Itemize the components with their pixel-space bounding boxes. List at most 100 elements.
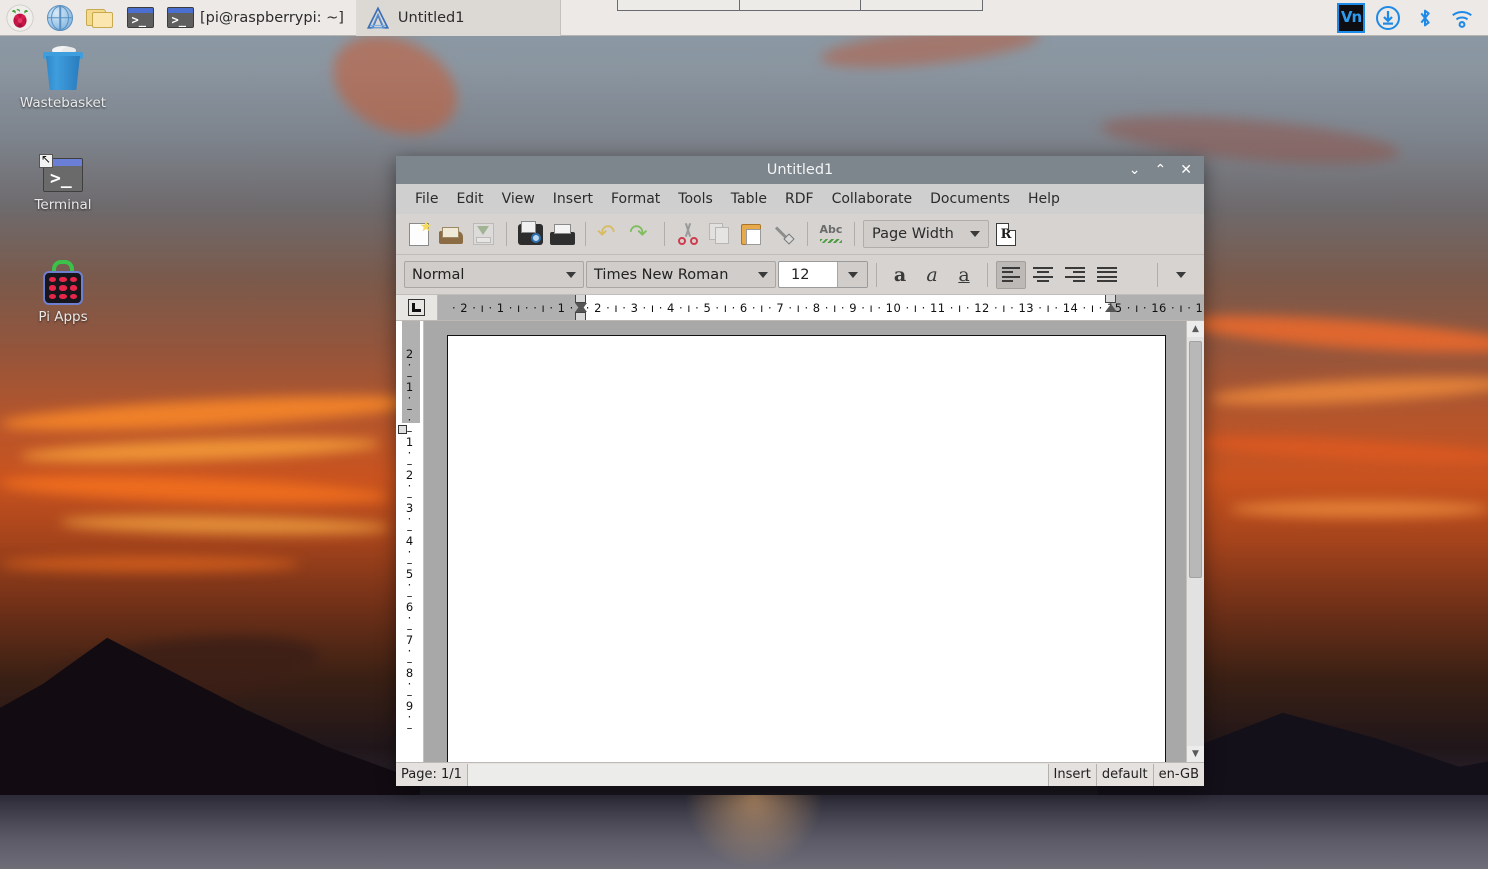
first-line-indent-marker[interactable] — [574, 303, 587, 320]
font-size-chevron[interactable] — [837, 262, 867, 287]
underline-button[interactable]: a — [949, 261, 979, 289]
new-document-icon — [409, 220, 432, 246]
paragraph-style-value: Normal — [412, 266, 465, 283]
align-left-button[interactable] — [996, 260, 1026, 289]
align-right-button[interactable] — [1060, 261, 1090, 289]
bold-button[interactable]: a — [885, 261, 915, 289]
rdf-page-label: R — [1000, 226, 1012, 242]
cut-button[interactable] — [673, 219, 703, 249]
menu-tools[interactable]: Tools — [669, 188, 722, 210]
taskbar-window-label: Untitled1 — [397, 9, 465, 26]
toolbar-separator — [987, 262, 988, 287]
formatting-toolbar: Normal Times New Roman 12 a a a — [396, 255, 1204, 295]
terminal-launcher[interactable]: >_ — [120, 1, 160, 35]
document-page[interactable] — [447, 335, 1166, 762]
font-size-value: 12 — [791, 266, 810, 283]
desktop-icon-pi-apps[interactable]: Pi Apps — [8, 260, 118, 325]
scroll-down-button[interactable]: ▼ — [1187, 746, 1204, 762]
raspberry-icon — [6, 3, 34, 32]
chevron-down-icon — [758, 271, 768, 278]
menu-insert[interactable]: Insert — [544, 188, 602, 210]
status-style[interactable]: default — [1097, 763, 1154, 786]
toolbar-separator — [664, 222, 665, 246]
menu-table[interactable]: Table — [722, 188, 776, 210]
print-preview-button[interactable] — [515, 219, 545, 249]
redo-button[interactable]: ↷ — [626, 219, 656, 249]
terminal-icon: >_ — [166, 7, 194, 28]
desktop-icon-wastebasket[interactable]: Wastebasket — [8, 46, 118, 111]
left-tab-stop-icon — [408, 299, 425, 316]
taskbar-window-terminal[interactable]: [pi@raspberrypi: ~] — [200, 10, 356, 26]
copy-button[interactable] — [705, 219, 735, 249]
right-indent-marker[interactable] — [1104, 295, 1117, 312]
tab-stop-selector-button[interactable] — [396, 295, 438, 320]
raspberry-menu-button[interactable] — [0, 1, 40, 35]
statusbar: Page: 1/1 Insert default en-GB — [396, 762, 1204, 786]
rdf-page-button[interactable]: R — [991, 219, 1021, 249]
toolbar-separator — [876, 262, 877, 287]
status-insert-mode[interactable]: Insert — [1049, 763, 1097, 786]
menubar: File Edit View Insert Format Tools Table… — [396, 184, 1204, 214]
open-button[interactable] — [436, 219, 466, 249]
file-manager-launcher[interactable] — [80, 1, 120, 35]
print-button[interactable] — [547, 219, 577, 249]
taskbar-terminal-window-icon[interactable]: >_ — [160, 1, 200, 35]
menu-edit[interactable]: Edit — [447, 188, 492, 210]
menu-view[interactable]: View — [493, 188, 544, 210]
spellcheck-button[interactable]: Abc — [816, 219, 846, 249]
scroll-up-button[interactable]: ▲ — [1187, 321, 1204, 337]
align-justify-button[interactable] — [1092, 261, 1122, 289]
scrollbar-track[interactable] — [1187, 337, 1204, 746]
chevron-down-icon — [847, 271, 858, 278]
maximize-button[interactable]: ⌃ — [1155, 163, 1167, 177]
toolbar-separator — [807, 222, 808, 246]
toolbar-separator — [585, 222, 586, 246]
bluetooth-icon[interactable] — [1411, 4, 1439, 32]
scrollbar-thumb[interactable] — [1189, 341, 1202, 579]
close-button[interactable]: ✕ — [1180, 163, 1192, 177]
zoom-level-dropdown[interactable]: Page Width — [863, 220, 989, 248]
menu-format[interactable]: Format — [602, 188, 669, 210]
software-update-icon[interactable] — [1374, 4, 1402, 32]
format-painter-button[interactable] — [769, 219, 799, 249]
menu-file[interactable]: File — [406, 188, 447, 210]
align-center-button[interactable] — [1028, 261, 1058, 289]
save-button[interactable] — [468, 219, 498, 249]
taskbar-window-abiword[interactable]: Untitled1 — [355, 0, 561, 36]
menu-rdf[interactable]: RDF — [776, 188, 823, 210]
system-tray: Vn — [1337, 2, 1488, 33]
paragraph-style-dropdown[interactable]: Normal — [404, 261, 584, 288]
menu-help[interactable]: Help — [1019, 188, 1069, 210]
desktop-icon-terminal[interactable]: >_ Terminal — [8, 152, 118, 213]
menu-documents[interactable]: Documents — [921, 188, 1019, 210]
file-manager-icon — [86, 7, 114, 29]
vnc-server-tray-icon[interactable]: Vn — [1337, 2, 1365, 33]
panel-remnant — [617, 0, 983, 11]
chevron-down-icon — [1176, 271, 1186, 278]
window-titlebar[interactable]: Untitled1 ⌄ ⌃ ✕ — [396, 156, 1204, 184]
wifi-icon[interactable] — [1448, 4, 1476, 32]
abiword-logo-icon — [366, 5, 389, 29]
font-family-dropdown[interactable]: Times New Roman — [586, 261, 776, 288]
vertical-ruler[interactable]: 2 · – 1 · – · – 1 · – 2 · – 3 · – 4 · – … — [396, 321, 424, 762]
minimize-button[interactable]: ⌄ — [1129, 163, 1141, 177]
ruler-row: · 2 · ı · 1 · ı · · ı · 1 · ı · 2 · ı · … — [396, 295, 1204, 321]
chevron-down-icon — [970, 231, 980, 237]
terminal-icon: >_ — [39, 152, 87, 194]
undo-button[interactable]: ↶ — [594, 219, 624, 249]
font-size-dropdown[interactable]: 12 — [778, 261, 868, 288]
vertical-scrollbar[interactable]: ▲ ▼ — [1186, 321, 1204, 762]
spellcheck-icon: Abc — [819, 224, 843, 244]
paste-button[interactable] — [737, 219, 767, 249]
document-canvas[interactable] — [424, 321, 1186, 762]
web-browser-launcher[interactable] — [40, 1, 80, 35]
status-language[interactable]: en-GB — [1154, 764, 1204, 786]
italic-button[interactable]: a — [917, 261, 947, 289]
horizontal-ruler[interactable]: · 2 · ı · 1 · ı · · ı · 1 · ı · 2 · ı · … — [438, 295, 1204, 320]
clipboard-icon — [741, 223, 763, 246]
new-document-button[interactable] — [404, 219, 434, 249]
menu-collaborate[interactable]: Collaborate — [823, 188, 922, 210]
top-margin-marker[interactable] — [398, 425, 407, 434]
toolbar-overflow-button[interactable] — [1166, 260, 1196, 290]
font-family-value: Times New Roman — [594, 266, 729, 283]
